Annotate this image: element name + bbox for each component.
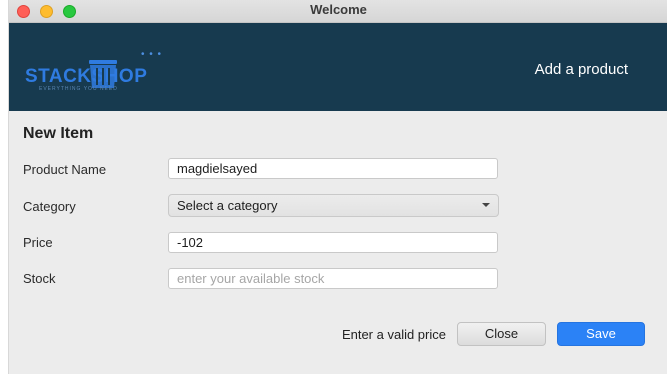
stock-input[interactable] [168,268,498,289]
stackshop-logo: • • • STACKSHOP EVERYTHING YOU NEED [25,49,175,99]
category-selected-value: Select a category [177,198,278,213]
category-select[interactable]: Select a category [168,194,499,217]
category-label: Category [23,199,76,214]
logo-tagline: EVERYTHING YOU NEED [39,86,118,92]
page-title: Add a product [534,61,628,78]
product-name-input[interactable] [168,158,498,179]
form-title: New Item [23,125,94,142]
price-label: Price [23,235,53,250]
title-bar[interactable]: Welcome [9,0,667,23]
window-title: Welcome [310,2,367,17]
app-window: Welcome • • • STACKSHOP EVERYTHING YOU N… [8,0,667,374]
chevron-down-icon [482,203,490,207]
logo-dots: • • • [141,49,163,60]
validation-error-message: Enter a valid price [341,327,446,342]
price-input[interactable] [168,232,498,253]
stock-label: Stock [23,271,56,286]
product-name-label: Product Name [23,162,107,177]
save-button[interactable]: Save [557,322,645,346]
app-header: • • • STACKSHOP EVERYTHING YOU NEED Add … [9,23,667,111]
close-button[interactable]: Close [457,322,546,346]
